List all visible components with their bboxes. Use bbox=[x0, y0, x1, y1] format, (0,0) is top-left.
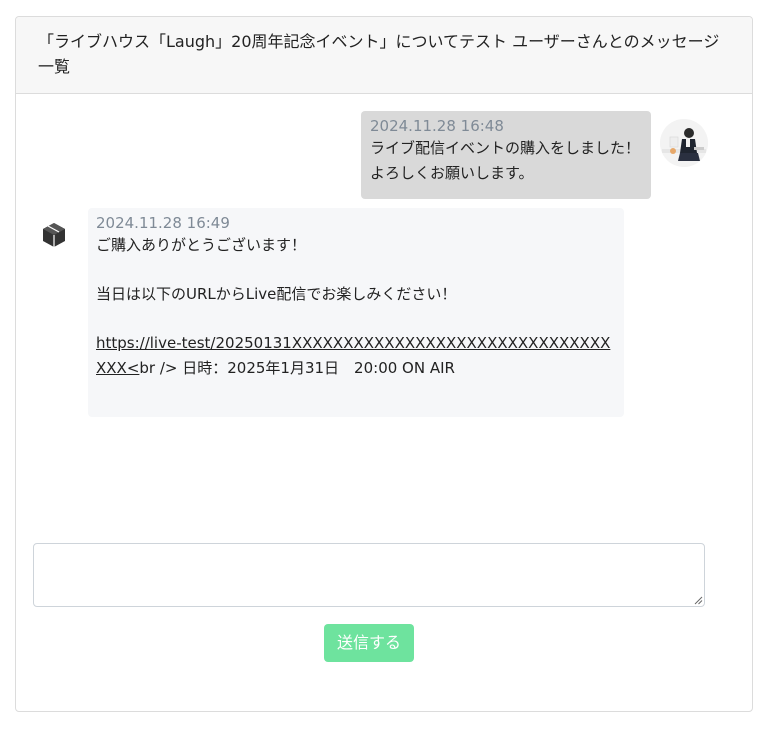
message-line: 当日は以下のURLからLive配信でお楽しみください！ bbox=[96, 285, 457, 303]
message-body: ライブ配信イベントの購入をしました！ よろしくお願いします。 bbox=[370, 136, 642, 185]
admin-avatar bbox=[32, 221, 76, 261]
user-message: 2024.11.28 16:48 ライブ配信イベントの購入をしました！ よろしく… bbox=[361, 111, 651, 199]
message-line: ご購入ありがとうございます！ bbox=[96, 236, 307, 254]
message-line: よろしくお願いします。 bbox=[370, 163, 534, 182]
send-button[interactable]: 送信する bbox=[324, 624, 414, 662]
message-body: ご購入ありがとうございます！ 当日は以下のURLからLive配信でお楽しみくださ… bbox=[96, 233, 615, 380]
user-avatar bbox=[660, 119, 708, 167]
mallento-logo-icon bbox=[43, 223, 65, 247]
message-input[interactable] bbox=[33, 543, 705, 607]
event-datetime-text: br /> 日時：2025年1月31日 20:00 ON AIR bbox=[139, 358, 455, 377]
message-timestamp: 2024.11.28 16:49 bbox=[96, 214, 230, 232]
admin-message: 2024.11.28 16:49 ご購入ありがとうございます！ 当日は以下のUR… bbox=[88, 208, 624, 417]
card-header: 「ライブハウス「Laugh」20周年記念イベント」についてテスト ユーザーさんと… bbox=[16, 17, 752, 94]
message-timestamp: 2024.11.28 16:48 bbox=[370, 117, 504, 135]
resize-handle-icon[interactable] bbox=[694, 596, 703, 605]
user-avatar-icon bbox=[660, 119, 708, 167]
message-line: ライブ配信イベントの購入をしました！ bbox=[370, 139, 641, 157]
page-title: 「ライブハウス「Laugh」20周年記念イベント」についてテスト ユーザーさんと… bbox=[38, 32, 720, 76]
